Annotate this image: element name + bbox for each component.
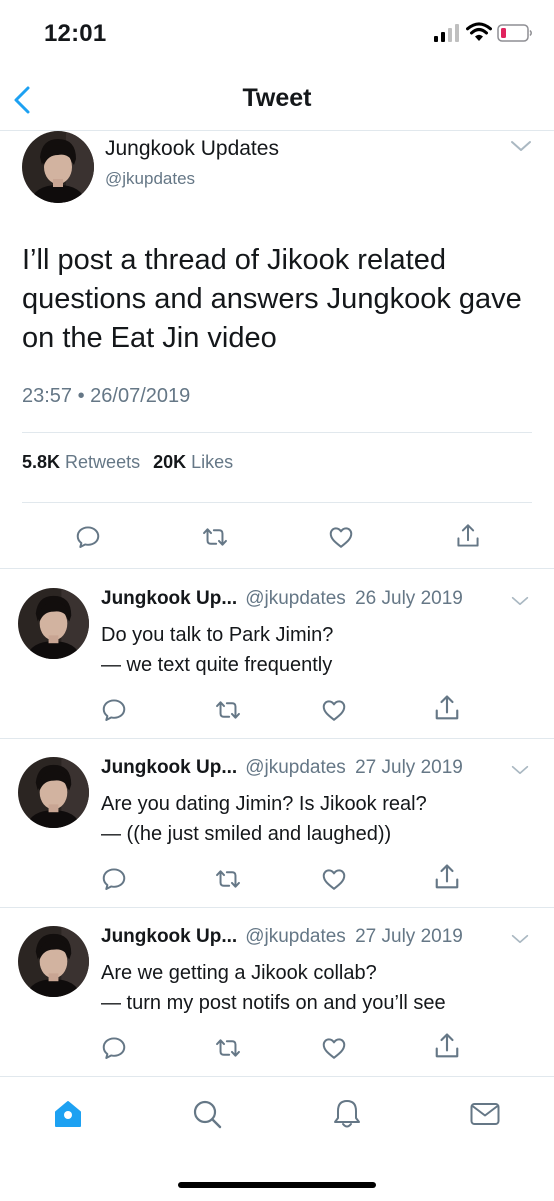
reply-header: Jungkook Up... @jkupdates 26 July 2019: [101, 588, 463, 610]
reply-date: 26 July 2019: [355, 588, 463, 609]
retweet-icon: [214, 865, 242, 893]
reply-button[interactable]: [100, 865, 128, 893]
reply-icon: [100, 1034, 128, 1062]
reply-text-line: — turn my post notifs on and you’ll see: [101, 992, 446, 1014]
heart-icon: [320, 865, 348, 893]
share-icon: [454, 522, 482, 550]
retweets-stat[interactable]: 5.8K Retweets: [22, 452, 140, 472]
tab-home[interactable]: [51, 1097, 85, 1131]
likes-label: Likes: [191, 452, 234, 472]
mail-icon: [470, 1103, 500, 1125]
reply-icon: [100, 696, 128, 724]
page-title: Tweet: [242, 84, 312, 112]
likes-stat[interactable]: 20K Likes: [153, 452, 233, 472]
tab-search[interactable]: [190, 1097, 224, 1131]
avatar[interactable]: [18, 926, 89, 997]
reply-header: Jungkook Up... @jkupdates 27 July 2019: [101, 757, 463, 779]
chevron-down-icon[interactable]: [510, 139, 532, 153]
author-name[interactable]: Jungkook Up...: [101, 588, 237, 609]
retweet-button[interactable]: [214, 865, 242, 893]
heart-icon: [320, 1034, 348, 1062]
like-button[interactable]: [327, 523, 355, 551]
share-button[interactable]: [432, 862, 462, 892]
retweet-icon: [201, 523, 229, 551]
home-indicator[interactable]: [178, 1182, 376, 1188]
nav-bar: Tweet: [0, 70, 554, 131]
share-icon: [432, 1031, 462, 1061]
divider: [22, 432, 532, 433]
status-bar: 12:01: [0, 0, 554, 70]
reply-button[interactable]: [74, 523, 102, 551]
tab-notifications[interactable]: [330, 1097, 364, 1131]
divider: [22, 502, 532, 503]
share-button[interactable]: [432, 1031, 462, 1061]
reply-header: Jungkook Up... @jkupdates 27 July 2019: [101, 926, 463, 948]
chevron-down-icon[interactable]: [511, 933, 529, 945]
reply-button[interactable]: [100, 1034, 128, 1062]
reply-date: 27 July 2019: [355, 757, 463, 778]
author-handle[interactable]: @jkupdates: [245, 926, 346, 947]
author-name[interactable]: Jungkook Up...: [101, 926, 237, 947]
like-button[interactable]: [320, 865, 348, 893]
retweet-button[interactable]: [214, 696, 242, 724]
status-time: 12:01: [44, 20, 107, 47]
chevron-down-icon[interactable]: [511, 764, 529, 776]
wifi-icon: [466, 22, 492, 41]
tweet-timestamp: 23:57 • 26/07/2019: [22, 385, 191, 407]
reply-icon: [100, 865, 128, 893]
avatar[interactable]: [18, 588, 89, 659]
author-handle[interactable]: @jkupdates: [245, 757, 346, 778]
reply-text-line: Are we getting a Jikook collab?: [101, 962, 377, 984]
heart-icon: [320, 696, 348, 724]
retweet-button[interactable]: [214, 1034, 242, 1062]
reply-text-line: — we text quite frequently: [101, 654, 333, 676]
main-tweet: Jungkook Updates @jkupdates I’ll post a …: [0, 131, 554, 569]
search-icon: [193, 1100, 222, 1129]
like-button[interactable]: [320, 1034, 348, 1062]
avatar-image: [18, 757, 89, 828]
reply-text-line: — ((he just smiled and laughed)): [101, 823, 392, 845]
signal-icon: [434, 24, 459, 42]
share-button[interactable]: [432, 693, 462, 723]
tweet-stats: 5.8K Retweets 20K Likes: [22, 452, 233, 473]
share-icon: [432, 693, 462, 723]
author-name[interactable]: Jungkook Up...: [101, 757, 237, 778]
avatar-image: [18, 926, 89, 997]
retweet-icon: [214, 696, 242, 724]
reply-text-line: Do you talk to Park Jimin?: [101, 624, 334, 646]
tweet-text: I’ll post a thread of Jikook related que…: [22, 244, 522, 354]
bell-icon: [334, 1100, 360, 1128]
avatar-image: [22, 131, 94, 203]
reply-icon: [74, 523, 102, 551]
reply-tweet[interactable]: Jungkook Up... @jkupdates 27 July 2019 Ar…: [0, 907, 554, 1077]
reply-text-line: Are you dating Jimin? Is Jikook real?: [101, 793, 427, 815]
avatar[interactable]: [18, 757, 89, 828]
author-handle[interactable]: @jkupdates: [105, 169, 195, 189]
reply-tweet[interactable]: Jungkook Up... @jkupdates 27 July 2019 Ar…: [0, 738, 554, 908]
reply-date: 27 July 2019: [355, 926, 463, 947]
avatar-image: [18, 588, 89, 659]
chevron-down-icon[interactable]: [511, 595, 529, 607]
like-button[interactable]: [320, 696, 348, 724]
reply-button[interactable]: [100, 696, 128, 724]
retweet-button[interactable]: [201, 523, 229, 551]
share-icon: [432, 862, 462, 892]
heart-icon: [327, 523, 355, 551]
share-button[interactable]: [454, 522, 482, 550]
author-name[interactable]: Jungkook Updates: [105, 137, 279, 161]
likes-count: 20K: [153, 452, 187, 472]
reply-tweet[interactable]: Jungkook Up... @jkupdates 26 July 2019 Do…: [0, 569, 554, 739]
avatar[interactable]: [22, 131, 94, 203]
author-handle[interactable]: @jkupdates: [245, 588, 346, 609]
home-icon: [55, 1101, 81, 1127]
retweet-icon: [214, 1034, 242, 1062]
retweets-count: 5.8K: [22, 452, 61, 472]
battery-icon: [497, 24, 532, 42]
retweets-label: Retweets: [65, 452, 141, 472]
tab-messages[interactable]: [468, 1097, 502, 1131]
